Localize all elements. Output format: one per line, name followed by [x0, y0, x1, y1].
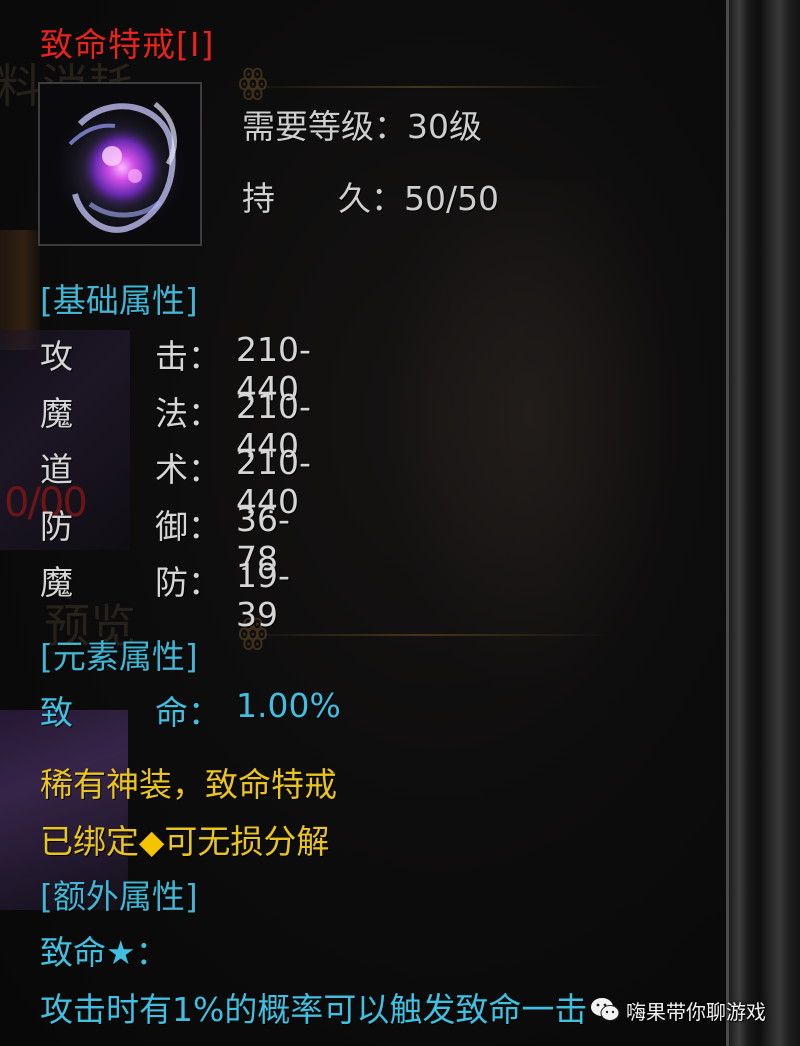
stat-label: 法 [155, 394, 188, 433]
window-frame-edge [726, 0, 729, 1046]
item-name: 致命特戒[I] [40, 25, 215, 64]
stat-value: 1.00% [236, 686, 341, 725]
stat-label: 术 [155, 450, 188, 489]
extra-attributes-header: [额外属性] [40, 877, 198, 916]
base-attributes-header: [基础属性] [40, 281, 198, 320]
item-tooltip: 致命特戒[I] 需要等级：30级 持 久：50/50 [基础属性] 攻 击 ： … [28, 0, 726, 1046]
item-icon-slot[interactable] [38, 82, 202, 246]
stat-label: 防 [40, 507, 73, 546]
stat-label: 魔 [40, 563, 73, 602]
required-level-value: 30级 [407, 107, 482, 146]
game-screen: 0/00 料消耗 预览 ꙮ ꙮ 致命特戒[I] [0, 0, 800, 1046]
stat-colon: ： [188, 337, 221, 376]
bound-label: 已绑定 [40, 822, 139, 861]
durability-label: 持 久： [242, 179, 404, 218]
required-level-label: 需要等级： [242, 107, 407, 146]
stat-label: 致 [40, 693, 73, 732]
purple-crystal-ring-icon [40, 84, 200, 244]
durability: 持 久：50/50 [242, 172, 499, 220]
stat-value: 19-39 [236, 556, 290, 634]
stat-label: 魔 [40, 394, 73, 433]
stat-label: 击 [155, 337, 188, 376]
stat-label: 攻 [40, 337, 73, 376]
stat-label: 道 [40, 450, 73, 489]
effect-name: 致命★： [40, 933, 169, 972]
stat-colon: ： [188, 507, 221, 546]
stat-colon: ： [188, 394, 221, 433]
effect-description: 攻击时有1%的概率可以触发致命一击 [40, 990, 588, 1029]
stat-label: 命 [155, 693, 188, 732]
watermark-text: 嗨果带你聊游戏 [626, 999, 766, 1024]
window-frame-right [726, 0, 800, 1046]
stat-colon: ： [188, 450, 221, 489]
watermark: 嗨果带你聊游戏 [590, 988, 766, 1032]
stat-label: 御 [155, 507, 188, 546]
stat-colon: ： [188, 693, 221, 732]
stat-label: 防 [155, 563, 188, 602]
wechat-icon [591, 998, 620, 1021]
diamond-icon: ◆ [139, 822, 165, 861]
stat-colon: ： [188, 563, 221, 602]
bound-note: 已绑定◆可无损分解 [40, 815, 329, 863]
durability-value: 50/50 [403, 179, 500, 218]
rarity-note: 稀有神装，致命特戒 [40, 765, 337, 804]
decompose-label: 可无损分解 [164, 822, 330, 861]
element-attributes-header: [元素属性] [40, 637, 198, 676]
required-level: 需要等级：30级 [242, 100, 482, 148]
